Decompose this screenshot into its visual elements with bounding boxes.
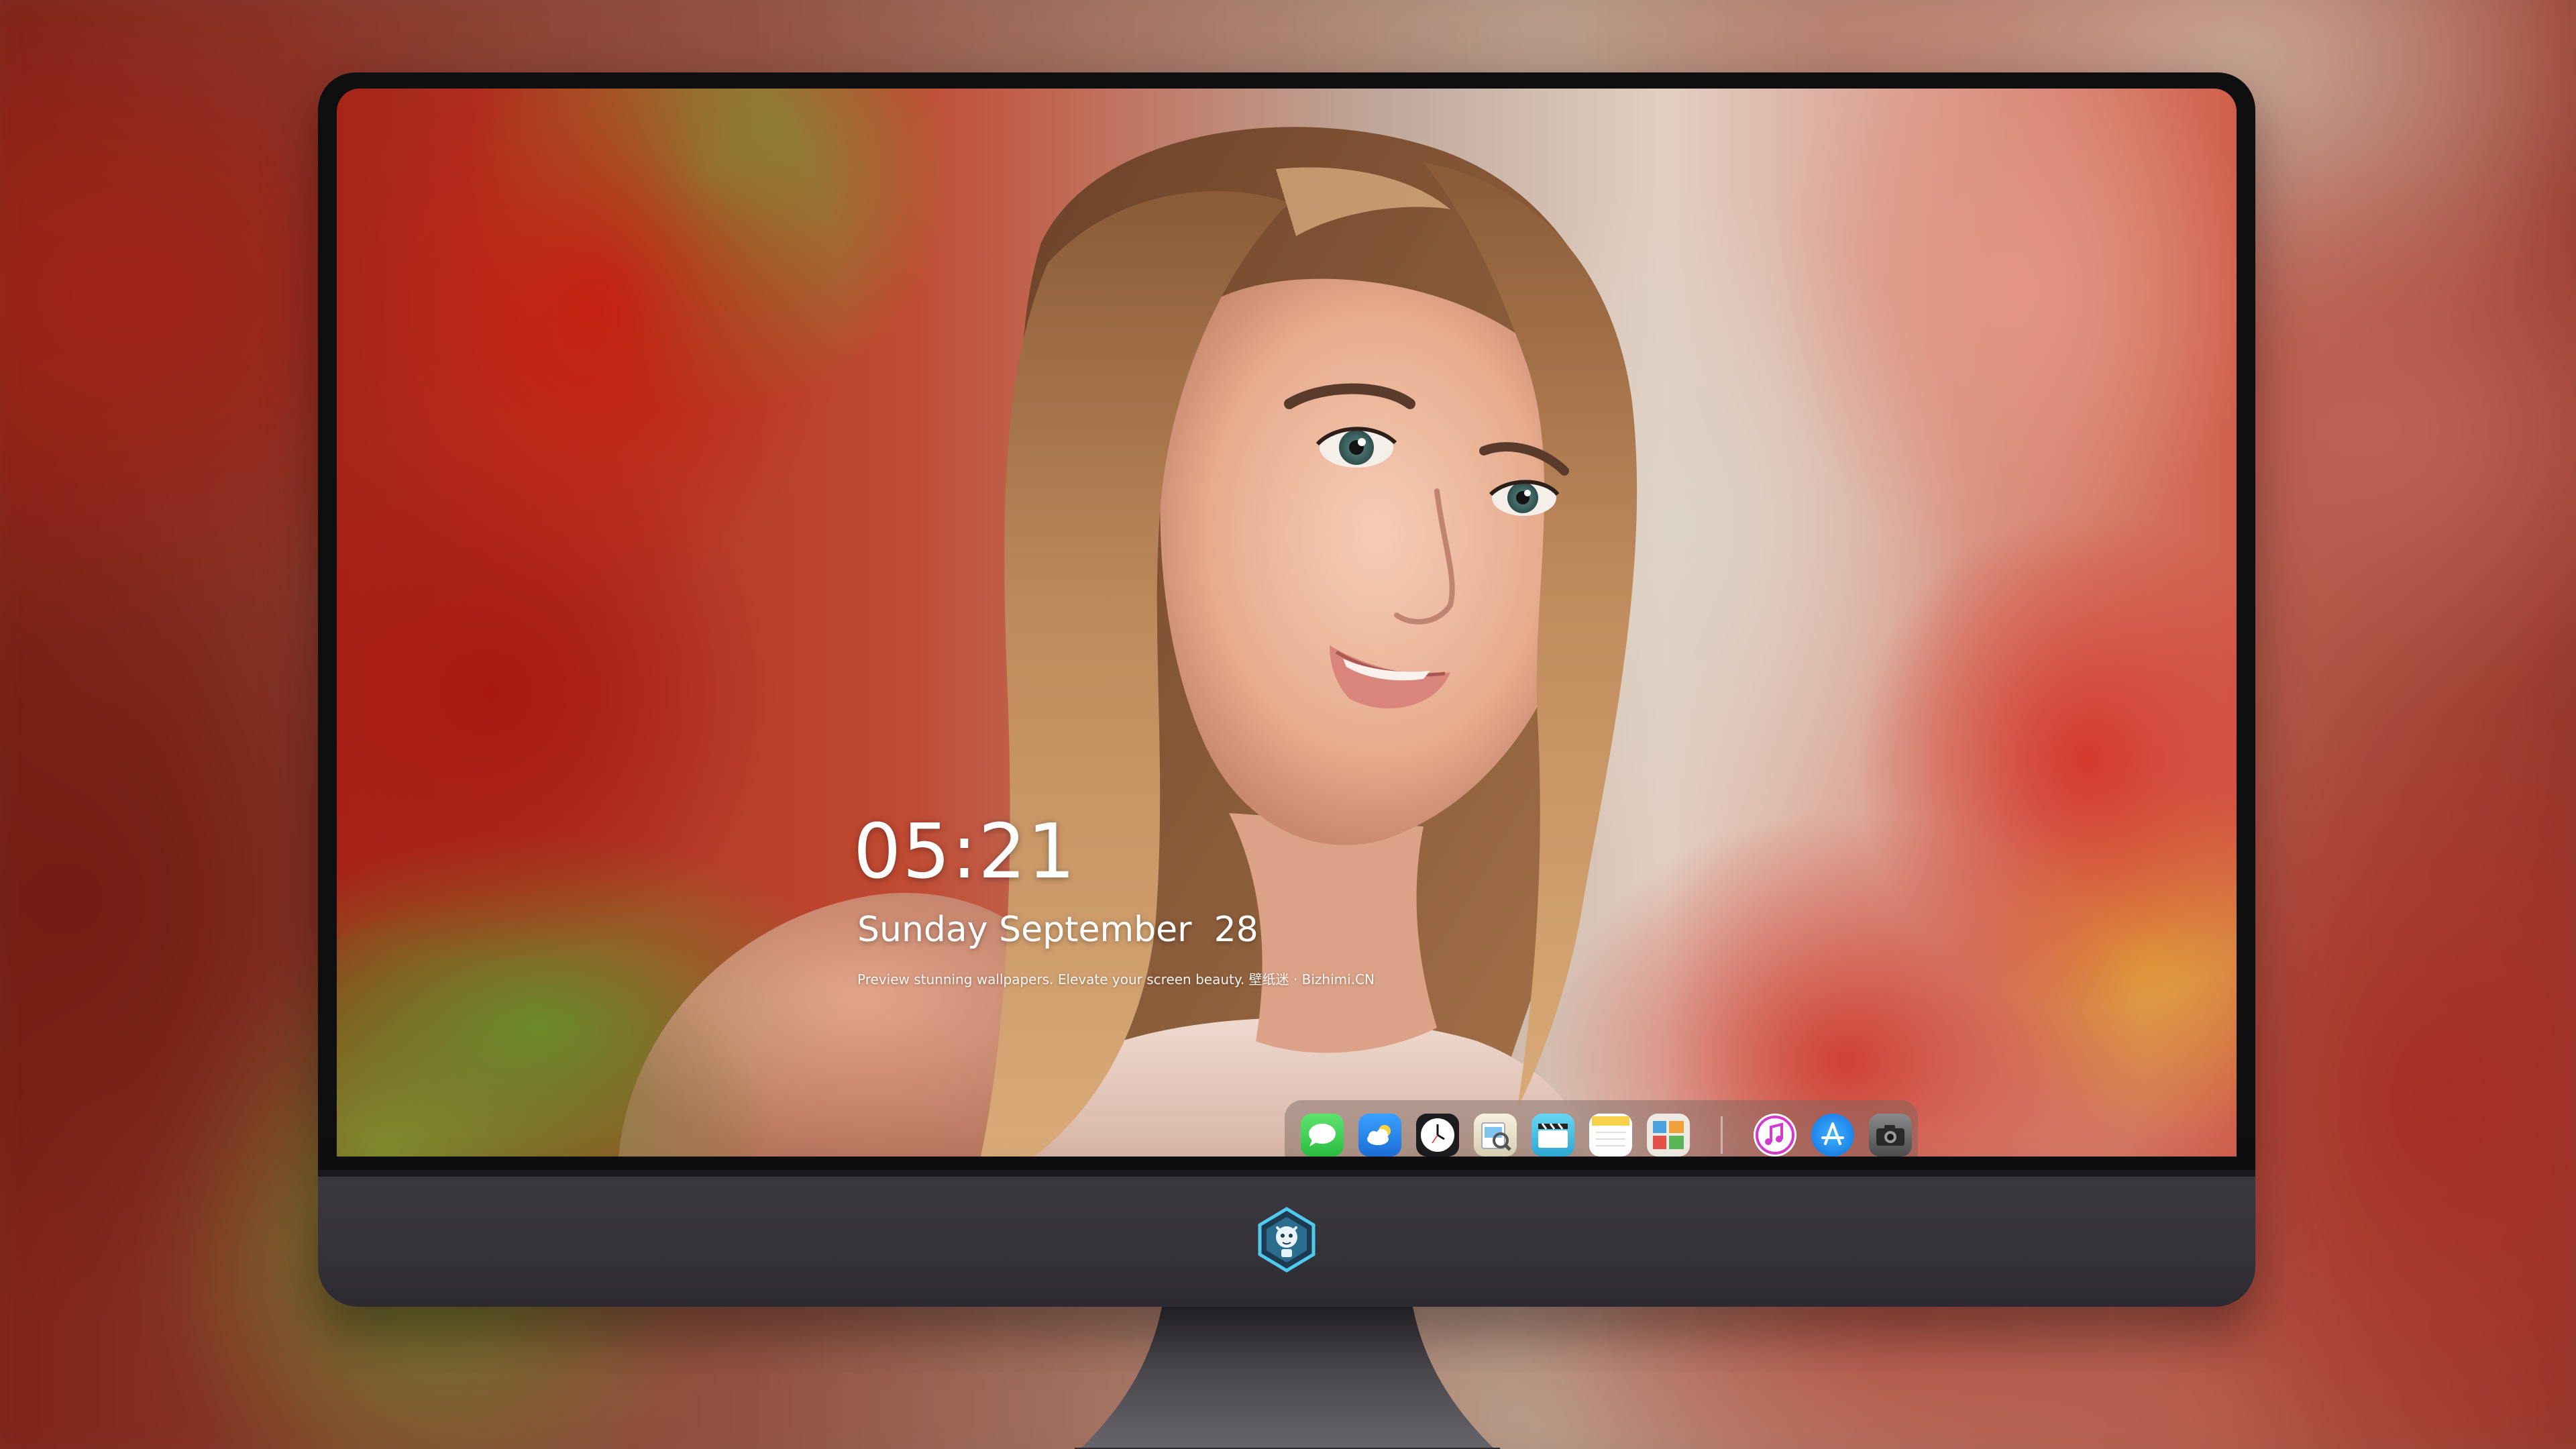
music-note-icon[interactable] [1754,1114,1796,1157]
monitor: 05:21 Sunday September 28 Preview stunni… [318,72,2255,1449]
weather-icon[interactable] [1358,1114,1401,1157]
clapperboard-icon[interactable] [1532,1114,1574,1157]
preview-icon[interactable] [1474,1114,1517,1157]
photo-collage-icon[interactable] [1647,1114,1690,1157]
notes-icon[interactable] [1589,1114,1632,1157]
lockscreen-tagline: Preview stunning wallpapers. Elevate you… [857,971,1375,987]
app-store-icon[interactable] [1811,1114,1854,1157]
wallpaper-portrait [337,127,1638,1157]
monitor-chin-edge [318,1170,2255,1177]
screen: 05:21 Sunday September 28 Preview stunni… [337,89,2237,1157]
lockscreen-date: Sunday September 28 [857,910,1258,950]
clock-icon[interactable] [1416,1114,1459,1157]
scene: 05:21 Sunday September 28 Preview stunni… [0,0,2576,1449]
bizhimi-dragon-logo [1258,1207,1316,1273]
dock [1285,1100,1918,1157]
dock-separator [1721,1116,1723,1154]
monitor-stand [1075,1307,1500,1449]
lockscreen-clock: 05:21 [853,808,1077,896]
messages-icon[interactable] [1301,1114,1344,1157]
camera-icon[interactable] [1869,1114,1912,1157]
